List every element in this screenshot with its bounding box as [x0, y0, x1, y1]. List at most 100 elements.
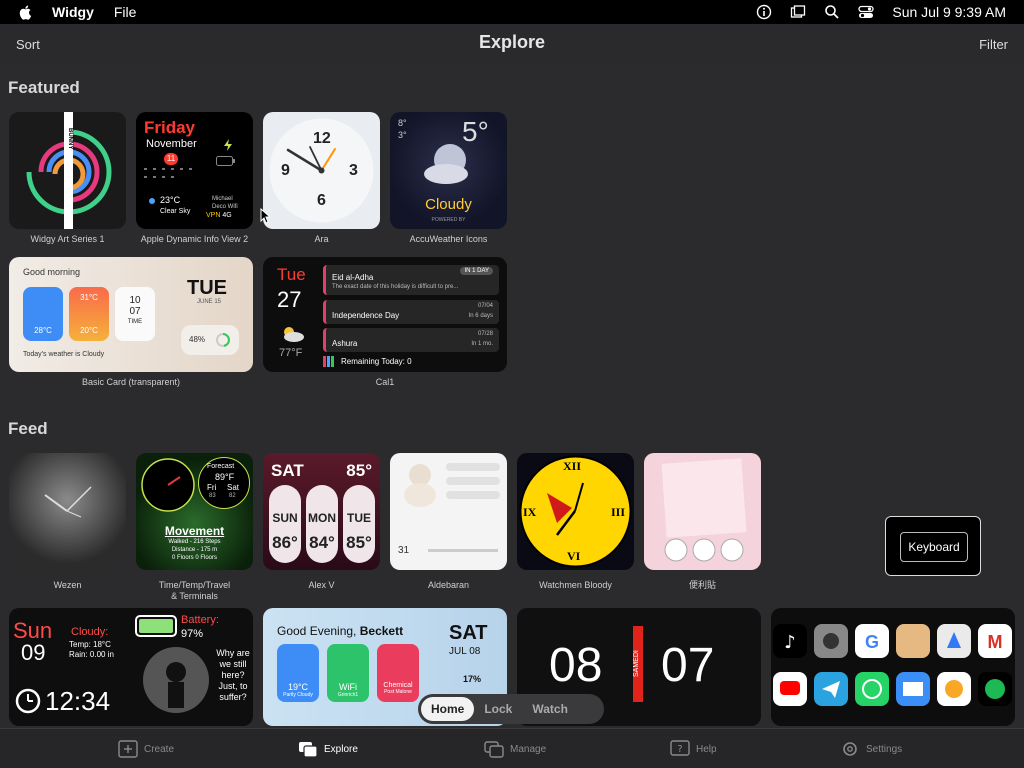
teddy-bear-icon [404, 464, 436, 507]
info-temp: 23°C [160, 195, 181, 205]
widget-sun-battery[interactable]: Sun 09 Cloudy: Temp: 18°C Rain: 0.00 in … [9, 608, 253, 726]
keyboard-button[interactable]: Keyboard [900, 532, 968, 562]
stacked-cards-icon [299, 742, 318, 758]
cute-faces-graphic [664, 538, 744, 562]
clock-3: 3 [349, 162, 358, 179]
info-user: Michael [212, 196, 233, 202]
widget-size-segmented[interactable]: Home Lock Watch [418, 694, 604, 724]
info-date-badge: 11 [164, 153, 178, 165]
card-battery: 48% [189, 335, 206, 344]
info-weather: Clear Sky [160, 208, 191, 215]
widget-accuweather[interactable]: 8° 3° 5° Cloudy POWERED BY [390, 112, 507, 229]
sb-date: 09 [21, 640, 46, 665]
widget-wezen[interactable] [9, 453, 126, 570]
caption-apple-dynamic: Apple Dynamic Info View 2 [140, 234, 249, 244]
av-col-1: SUN 86° [269, 485, 301, 563]
widget-basic-card[interactable]: Good morning 28°C 31°C 20°C 10 07 TIME T… [9, 257, 253, 372]
cal-remaining: Remaining Today: 0 [341, 357, 412, 366]
tt-temp: 89°F [215, 472, 235, 482]
cal-event-1-tag: IN 1 DAY [460, 267, 493, 275]
av-col-3: TUE 85° [343, 485, 375, 563]
art-vertical-text: BUNNY [67, 128, 73, 150]
widget-widgy-art-series-1[interactable]: BUNNY [9, 112, 126, 229]
calendar-grid-graphic [144, 168, 192, 178]
search-icon[interactable] [824, 4, 840, 20]
explore-content[interactable]: Featured BUNNY Widgy Art Series 1 Friday… [0, 64, 1024, 728]
cal-event-2-when: In 6 days [468, 313, 493, 319]
segment-lock[interactable]: Lock [474, 697, 522, 721]
tab-manage[interactable]: Manage [484, 740, 546, 758]
control-center-icon[interactable] [858, 4, 875, 20]
card-day: 07 [129, 306, 141, 317]
clock-12: 12 [313, 130, 331, 147]
wm-6: VI [567, 549, 581, 563]
manage-cards-icon [484, 741, 504, 758]
forecast-circle: Forecast 89°F Fri Sat 83 82 [198, 457, 250, 509]
caption-watchmen: Watchmen Bloody [539, 580, 612, 590]
sb-battery: 97% [181, 628, 204, 640]
page-title: Explore [478, 32, 546, 52]
ge-l3: Chemical [383, 682, 413, 689]
windows-icon[interactable] [790, 4, 806, 20]
fc-day: SAMEDI [633, 650, 640, 678]
widget-apple-dynamic-info[interactable]: Friday November 11 23°C Clear Sky Michae… [136, 112, 253, 229]
widget-sticky-notes[interactable] [644, 453, 761, 570]
menu-app-name[interactable]: Widgy [52, 4, 94, 20]
ge-l2s: Grinrich1 [337, 692, 359, 698]
segment-watch[interactable]: Watch [522, 697, 578, 721]
menu-clock[interactable]: Sun Jul 9 9:39 AM [892, 4, 1006, 20]
card-temp2: 31°C [80, 293, 98, 302]
tab-help-label: Help [696, 743, 717, 755]
clock-6: 6 [317, 192, 326, 209]
filter-button[interactable]: Filter [979, 37, 1008, 52]
accu-small-temp2: 3° [398, 130, 407, 140]
widget-alex-v[interactable]: SAT 85° SUN 86° MON 84° TUE 85° [263, 453, 380, 570]
bolt-icon [224, 139, 232, 151]
av-col-2: MON 84° [306, 485, 338, 563]
widget-app-grid[interactable]: ♪ G M [771, 608, 1015, 726]
cal-event-1-title: Eid al-Adha [332, 273, 374, 282]
widget-time-temp-travel[interactable]: Forecast 89°F Fri Sat 83 82 Movement Wal… [136, 453, 253, 570]
widget-aldebaran[interactable]: 31 [390, 453, 507, 570]
info-icon[interactable] [756, 4, 772, 20]
cal-event-3-tag: 07/28 [477, 331, 493, 337]
tt-fri: Fri [207, 483, 217, 492]
menu-bar: Widgy File Sun Jul 9 9:39 AM [0, 0, 1024, 24]
info-vpn: VPN 4G [206, 212, 232, 219]
wm-9: IX [523, 505, 537, 519]
partly-cloudy-icon [284, 327, 304, 342]
card-weather-orange: 31°C 20°C [69, 287, 109, 341]
accu-small-temp: 8° [398, 118, 407, 128]
cal-event-1: Eid al-Adha The exact date of this holid… [323, 265, 499, 295]
cal-event-2: Independence Day 07/04 In 6 days [323, 300, 499, 324]
ge-greeting-a: Good Evening, [277, 624, 360, 638]
sb-temp: Temp: 18°C [69, 640, 111, 649]
cal-event-3-when: In 1 mo. [471, 341, 493, 347]
ald-lines [446, 463, 500, 513]
caption-time-temp-travel: Time/Temp/Travel & Terminals [158, 580, 231, 601]
tab-help[interactable]: ? Help [670, 740, 717, 758]
widget-watchmen-bloody[interactable]: XII III VI IX [517, 453, 634, 570]
caption-accuweather: AccuWeather Icons [409, 234, 488, 244]
tab-create[interactable]: Create [118, 740, 174, 758]
widget-ara-clock[interactable]: 12 3 6 9 [263, 112, 380, 229]
segment-home[interactable]: Home [421, 697, 475, 721]
fc-min: 07 [661, 639, 715, 692]
tab-manage-label: Manage [510, 743, 547, 755]
tab-explore-label: Explore [324, 743, 358, 755]
apple-logo-icon[interactable] [18, 4, 34, 20]
svg-text:G: G [865, 632, 879, 652]
wm-12: XII [563, 459, 582, 473]
featured-section-title: Featured [8, 78, 80, 97]
info-net: 4G [222, 212, 232, 219]
caption-aldebaran: Aldebaran [427, 580, 470, 590]
keyboard-popup[interactable]: Keyboard [885, 516, 981, 576]
tab-settings[interactable]: Settings [840, 740, 902, 758]
info-device: Deco Wifi [212, 204, 238, 210]
widget-cal1[interactable]: Tue 27 77°F Eid al-Adha The exact date o… [263, 257, 507, 372]
cal-day: 27 [277, 287, 302, 312]
ge-l2: WiFi [339, 682, 357, 692]
caption-basic-card: Basic Card (transparent) [81, 377, 181, 387]
menu-file[interactable]: File [114, 4, 137, 20]
tab-explore[interactable]: Explore [298, 740, 358, 758]
